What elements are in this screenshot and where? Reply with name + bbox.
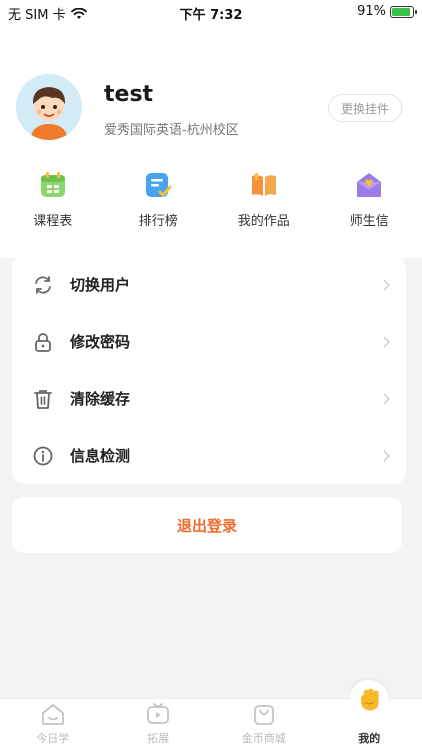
chevron-right-icon	[378, 335, 390, 348]
menu-item-label: 修改密码	[70, 333, 131, 351]
status-bar: 无 SIM 卡 下午 7:32 91%	[0, 0, 422, 24]
menu-item-info-check[interactable]: 信息检测	[12, 427, 406, 484]
info-icon	[33, 446, 53, 465]
tab-label: 我的	[358, 732, 381, 745]
lock-icon	[35, 332, 51, 352]
tab-label: 金币商城	[241, 732, 286, 745]
leaderboard-icon	[146, 173, 172, 197]
shortcut-label: 排行榜	[138, 214, 178, 229]
battery-percent: 91%	[357, 4, 386, 19]
tab-bar: 今日学 拓展 金币商城 我的	[0, 680, 422, 750]
battery-icon	[390, 5, 417, 18]
tv-icon	[147, 703, 170, 724]
shortcut-schedule[interactable]: 课程表	[8, 170, 98, 240]
trash-icon	[34, 389, 52, 409]
refresh-icon	[35, 275, 51, 294]
hand-icon	[361, 688, 379, 711]
shortcut-label: 师生信	[349, 214, 389, 229]
menu-item-label: 切换用户	[70, 276, 131, 294]
home-icon	[41, 704, 64, 725]
avatar-boy-icon	[16, 74, 82, 140]
tab-expand[interactable]: 拓展	[118, 701, 198, 746]
tab-label: 今日学	[36, 732, 70, 745]
shortcut-row: 课程表 排行榜 我的作品 师生信	[0, 170, 422, 240]
profile-header: test 爱秀国际英语-杭州校区 更换挂件 课程表 排行榜 我的作品 师生信	[0, 24, 422, 258]
settings-menu: 切换用户 修改密码 清除缓存 信息检测	[12, 256, 406, 484]
active-tab-bubble	[349, 680, 390, 720]
username: test	[104, 82, 154, 107]
menu-item-switch-user[interactable]: 切换用户	[12, 256, 406, 313]
chevron-right-icon	[378, 392, 390, 405]
shortcut-leaderboard[interactable]: 排行榜	[113, 170, 203, 240]
status-right: 91%	[357, 4, 417, 19]
shop-bag-icon	[253, 705, 274, 725]
menu-item-clear-cache[interactable]: 清除缓存	[12, 370, 406, 427]
chevron-right-icon	[378, 278, 390, 291]
shortcut-label: 课程表	[33, 214, 73, 229]
menu-item-change-password[interactable]: 修改密码	[12, 313, 406, 370]
tab-today-study[interactable]: 今日学	[13, 701, 93, 746]
shortcut-my-works[interactable]: 我的作品	[219, 170, 309, 240]
avatar[interactable]	[16, 74, 82, 140]
change-pendant-button[interactable]: 更换挂件	[328, 94, 402, 122]
shortcut-label: 我的作品	[237, 214, 290, 229]
battery-fill	[392, 7, 411, 16]
shortcut-letters[interactable]: 师生信	[324, 170, 414, 240]
logout-button[interactable]: 退出登录	[12, 497, 402, 553]
tab-label: 拓展	[147, 732, 170, 745]
tab-coin-mall[interactable]: 金币商城	[224, 701, 304, 746]
tab-mine[interactable]: 我的	[329, 680, 409, 746]
school-name: 爱秀国际英语-杭州校区	[104, 123, 239, 138]
calendar-icon	[40, 172, 65, 197]
menu-item-label: 信息检测	[70, 447, 131, 465]
book-icon	[251, 173, 276, 196]
menu-item-label: 清除缓存	[70, 390, 131, 408]
chevron-right-icon	[378, 449, 390, 462]
letter-icon	[357, 173, 382, 197]
